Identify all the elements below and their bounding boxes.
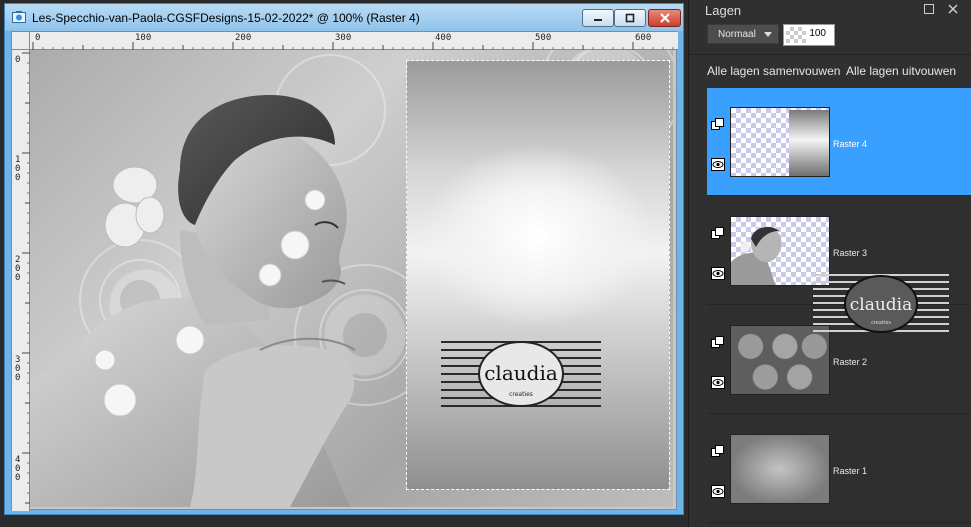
layer-group-icon[interactable] (711, 118, 725, 131)
image-document-icon (12, 11, 26, 23)
chevron-down-icon (764, 32, 772, 37)
ruler-label: 100 (135, 33, 152, 43)
visibility-eye-icon[interactable] (711, 267, 725, 280)
close-button[interactable] (648, 9, 681, 27)
layer-group-icon[interactable] (711, 445, 725, 458)
vertical-ruler: 0 100 200 300 400 (12, 50, 30, 511)
layer-raster-4[interactable]: Raster 4 (707, 88, 971, 196)
panel-title: Lagen (705, 3, 742, 18)
hair-flower (104, 166, 165, 248)
layer-thumbnail (730, 107, 830, 177)
blend-mode-value: Normaal (718, 29, 756, 40)
minimize-icon (594, 19, 602, 21)
layer-name: Raster 4 (833, 139, 868, 149)
claudia-watermark: claudia creaties (441, 341, 601, 407)
ruler-corner (12, 32, 30, 50)
ruler-ticks (32, 42, 674, 50)
float-panel-icon[interactable] (923, 3, 935, 15)
app-root: Les-Specchio-van-Paola-CGSFDesigns-15-02… (0, 0, 971, 527)
ruler-label: 300 (15, 355, 21, 383)
blend-mode-dropdown[interactable]: Normaal (707, 24, 779, 44)
watermark-text: claudia (484, 361, 558, 385)
ruler-label: 200 (235, 33, 252, 43)
ruler-label: 0 (35, 33, 41, 43)
horizontal-ruler: 0 100 200 300 400 500 600 (30, 32, 678, 50)
woman-portrait (30, 95, 356, 507)
layer-name: Raster 2 (833, 357, 868, 367)
claudia-watermark-overlay: claudia creaties (813, 274, 949, 333)
layer-name: Raster 1 (833, 466, 868, 476)
image-window: Les-Specchio-van-Paola-CGSFDesigns-15-02… (4, 3, 684, 515)
collapse-all-button[interactable]: Alle lagen samenvouwen (707, 64, 840, 78)
layer-thumbnail (730, 434, 830, 504)
window-title: Les-Specchio-van-Paola-CGSFDesigns-15-02… (32, 11, 420, 25)
ruler-label: 300 (335, 33, 352, 43)
expand-all-button[interactable]: Alle lagen uitvouwen (846, 64, 956, 78)
ruler-label: 100 (15, 155, 21, 183)
layer-group-icon[interactable] (711, 227, 725, 240)
layer-raster-1[interactable]: Raster 1 (707, 415, 971, 523)
visibility-eye-icon[interactable] (711, 158, 725, 171)
opacity-field[interactable]: 100 (783, 24, 835, 46)
watermark-text: claudia (850, 295, 913, 315)
opacity-swatch (786, 27, 806, 43)
ruler-label: 600 (635, 33, 652, 43)
layer-name: Raster 3 (833, 248, 868, 258)
layer-thumbnail (730, 325, 830, 395)
visibility-eye-icon[interactable] (711, 376, 725, 389)
watermark-subtext: creaties (509, 391, 533, 398)
visibility-eye-icon[interactable] (711, 485, 725, 498)
close-icon (659, 13, 670, 23)
image-client-area: 0 100 200 300 400 500 600 0 100 200 300 … (11, 31, 678, 511)
watermark-subtext: creaties (871, 320, 891, 326)
opacity-value: 100 (809, 28, 826, 39)
ruler-label: 200 (15, 255, 21, 283)
minimize-button[interactable] (582, 9, 614, 27)
close-panel-icon[interactable] (947, 3, 959, 15)
window-titlebar[interactable]: Les-Specchio-van-Paola-CGSFDesigns-15-02… (5, 4, 683, 31)
image-canvas[interactable]: claudia creaties (30, 50, 673, 507)
layer-group-icon[interactable] (711, 336, 725, 349)
divider (689, 54, 971, 55)
raster-4-selection[interactable] (406, 60, 670, 490)
maximize-icon (625, 13, 635, 23)
maximize-button[interactable] (614, 9, 646, 27)
ruler-label: 400 (435, 33, 452, 43)
ruler-label: 0 (15, 55, 21, 65)
thumbnail-gradient (789, 110, 829, 176)
ruler-label: 500 (535, 33, 552, 43)
layers-panel: Lagen Normaal 100 Alle lagen samenvouwen… (688, 0, 971, 527)
ruler-label: 400 (15, 455, 21, 483)
